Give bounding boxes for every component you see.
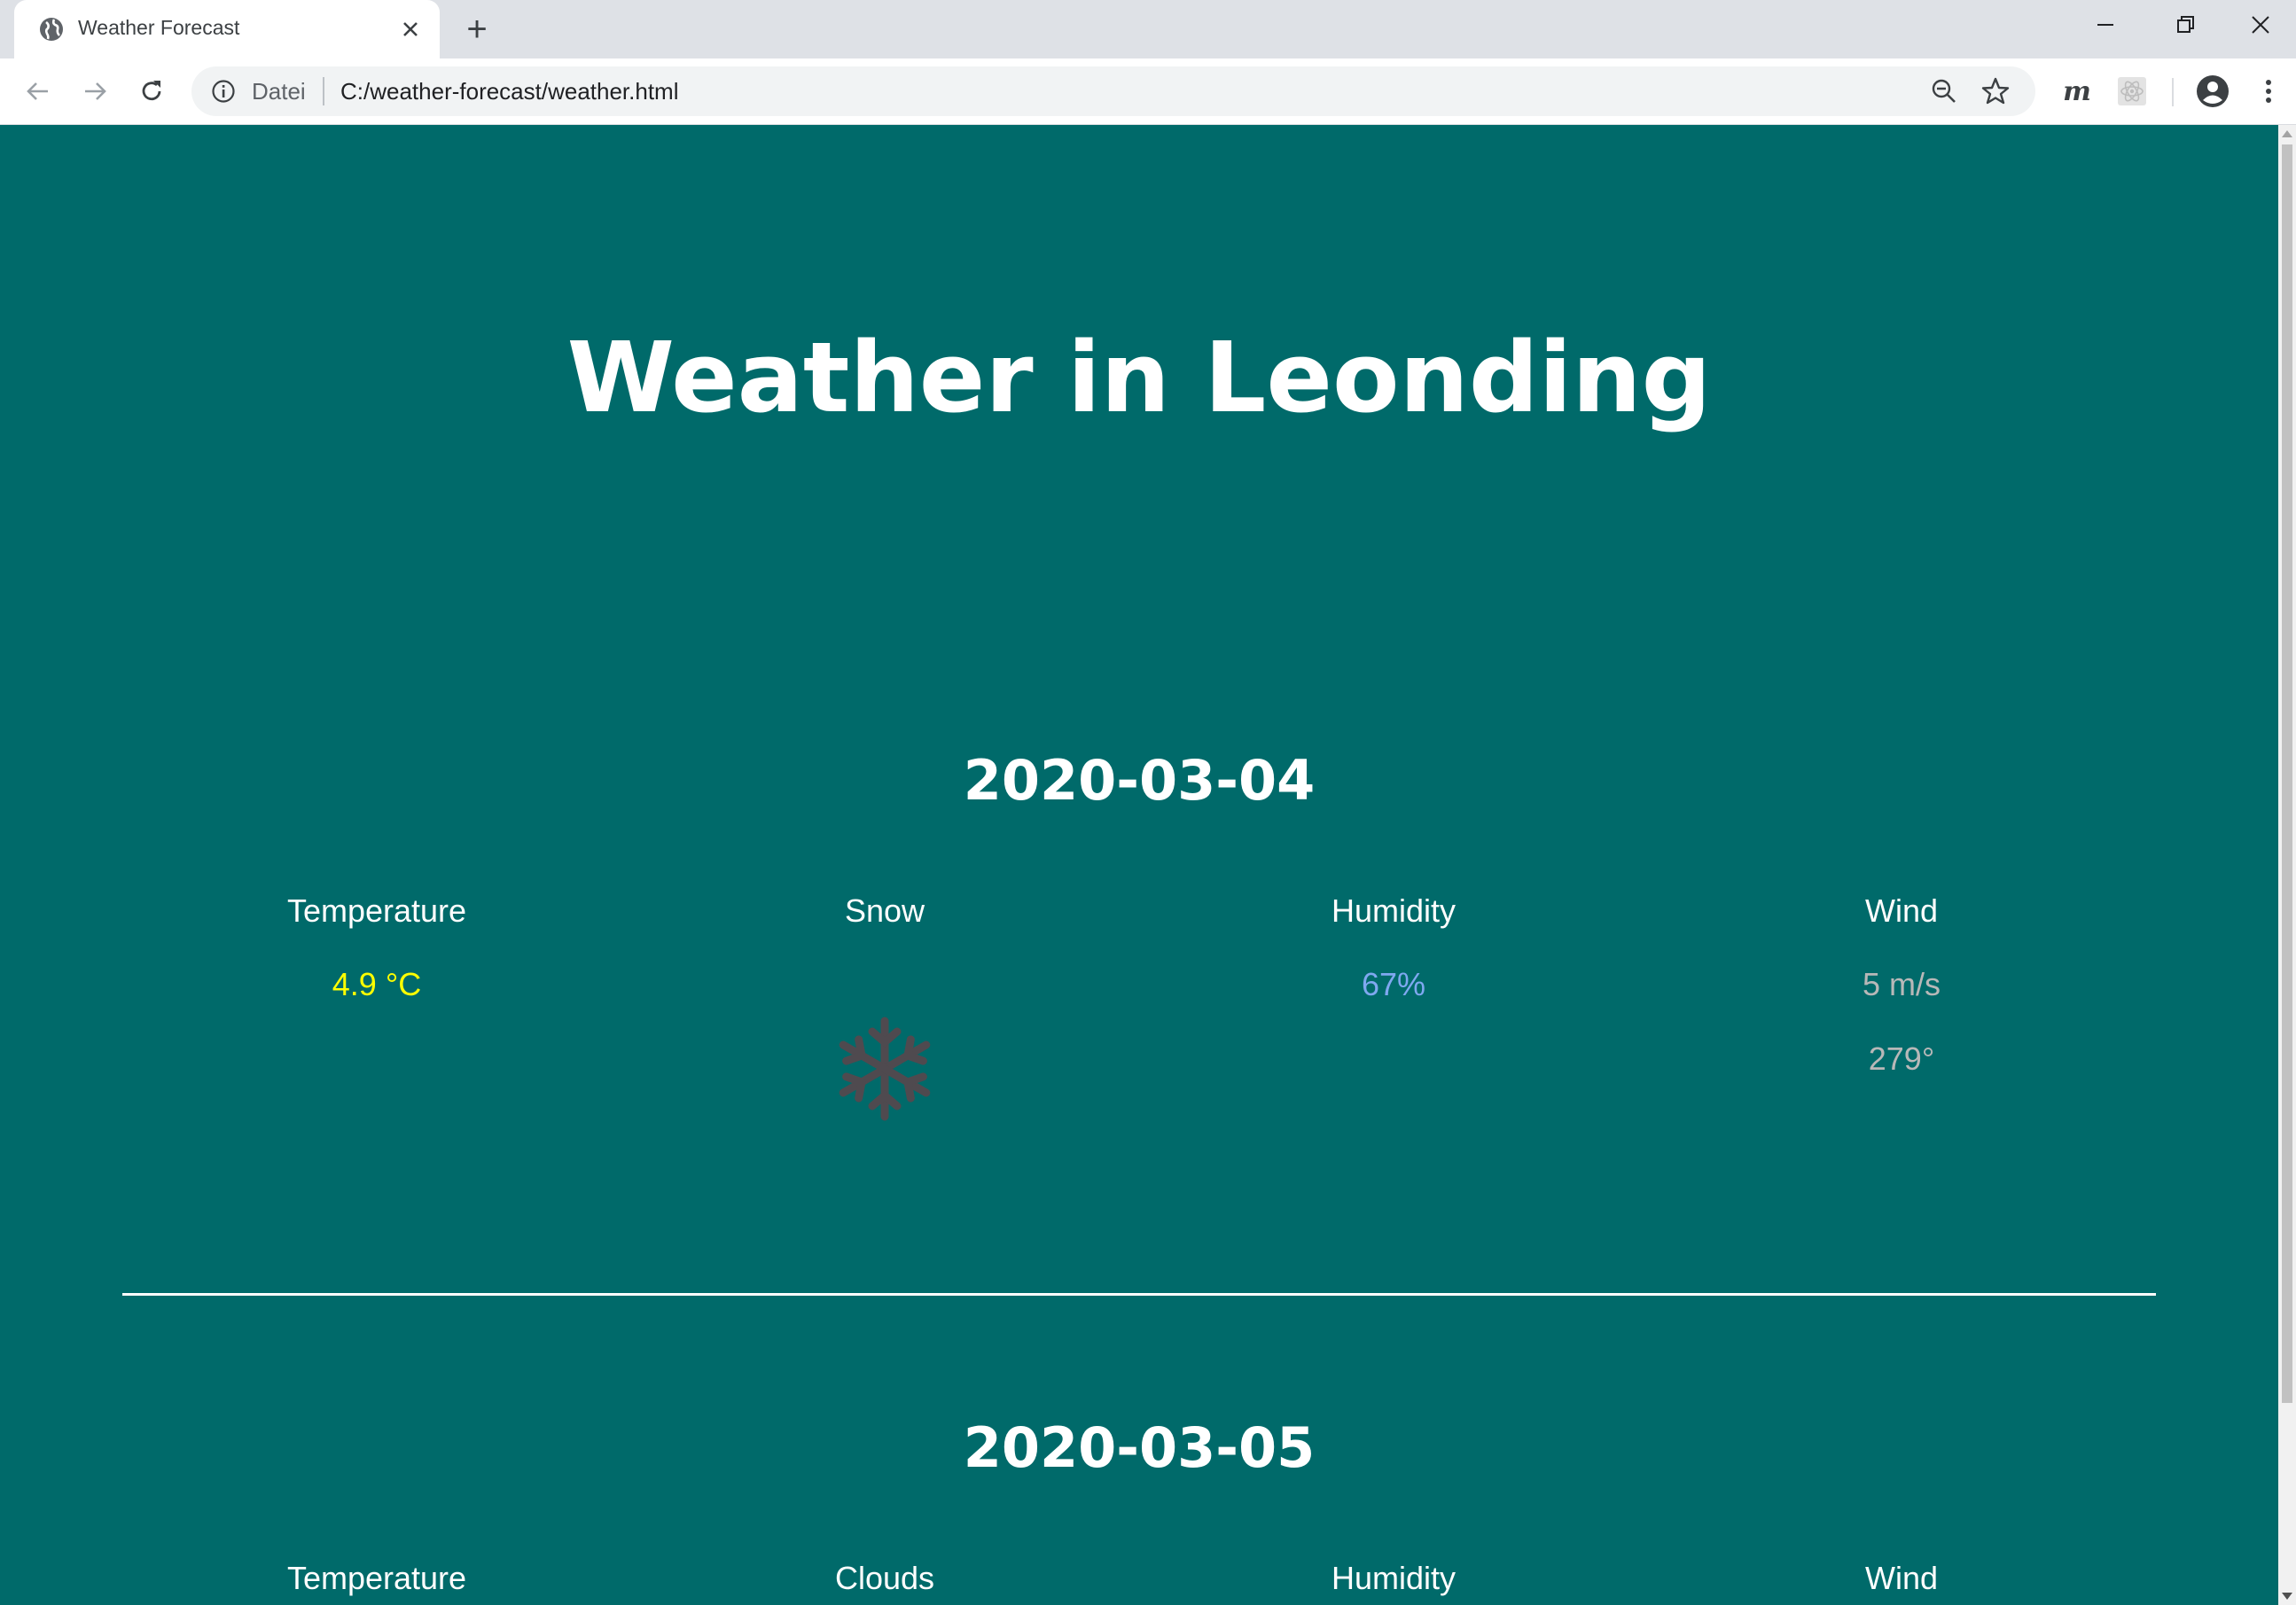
day-date: 2020-03-04 [963,748,1316,813]
temperature-value: 4.9 °C [332,966,422,1002]
scheme-label: Datei [252,78,306,105]
wind-label: Wind [1864,892,1939,929]
zoom-out-icon[interactable] [1931,78,1957,105]
atom-icon [2118,77,2146,105]
bookmark-star-icon[interactable] [1980,76,2011,106]
arrow-left-icon [27,82,48,100]
extension-m-button[interactable]: m [2058,73,2096,110]
scroll-up-arrow-icon[interactable] [2282,130,2292,137]
day-date: 2020-03-05 [963,1415,1316,1480]
condition-label: Clouds [834,1560,935,1596]
reload-icon [142,81,161,101]
extension-m-label: m [2063,75,2091,107]
page-title: Weather in Leonding [566,321,1712,434]
humidity-label: Humidity [1331,892,1456,929]
back-button[interactable] [20,73,57,110]
info-icon[interactable] [211,79,236,104]
temperature-label: Temperature [286,1560,467,1596]
tab-weather-forecast[interactable]: Weather Forecast [14,0,440,58]
wind-direction: 279° [1868,1040,1935,1077]
url-text[interactable]: C:/weather-forecast/weather.html [340,78,679,105]
minimize-button[interactable] [2066,0,2145,50]
tab-strip: Weather Forecast + [0,0,2296,58]
extension-react-button[interactable] [2113,73,2151,110]
omnibox-separator [323,77,324,105]
tab-close-icon[interactable] [397,16,424,43]
tab-title: Weather Forecast [78,16,240,39]
restore-button[interactable] [2145,0,2225,50]
wind-speed: 5 m/s [1862,966,1941,1002]
arrow-right-icon [85,82,106,100]
profile-button[interactable] [2194,73,2231,110]
menu-button[interactable] [2250,73,2287,110]
scroll-down-arrow-icon[interactable] [2282,1593,2292,1600]
condition-label: Snow [844,892,925,929]
new-tab-button[interactable]: + [461,12,493,47]
globe-icon [40,18,63,41]
restore-icon [2177,16,2194,33]
scroll-thumb[interactable] [2282,144,2292,1403]
toolbar-separator [2172,78,2174,106]
forward-button[interactable] [76,73,113,110]
close-window-button[interactable] [2225,0,2296,50]
snowflake-icon [839,1017,931,1121]
address-bar[interactable]: Datei C:/weather-forecast/weather.html [191,66,2035,116]
wind-label: Wind [1864,1560,1939,1596]
reload-button[interactable] [133,73,170,110]
humidity-label: Humidity [1331,1560,1456,1596]
page-viewport: Weather in Leonding 2020-03-04 Temperatu… [0,125,2278,1605]
more-vert-icon [2266,80,2271,103]
account-icon [2197,75,2229,107]
minimize-icon [2097,24,2113,26]
vertical-scrollbar[interactable] [2278,125,2296,1605]
day-divider [122,1293,2156,1296]
close-icon [2252,16,2269,34]
humidity-value: 67% [1361,966,1426,1002]
browser-toolbar: Datei C:/weather-forecast/weather.html m [0,58,2296,125]
temperature-label: Temperature [286,892,467,929]
